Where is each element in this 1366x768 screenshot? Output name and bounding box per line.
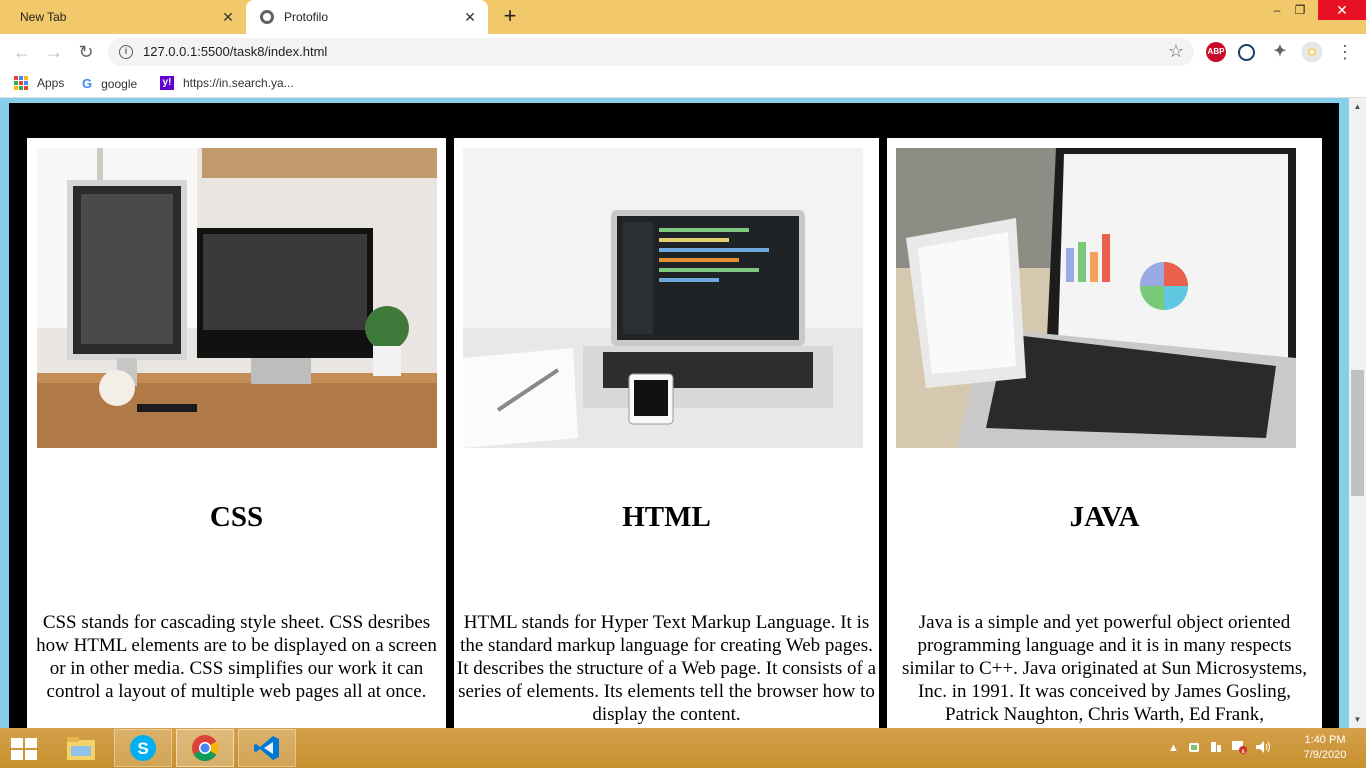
clock-time: 1:40 PM bbox=[1304, 734, 1346, 746]
card-title: CSS bbox=[209, 501, 264, 533]
card-image bbox=[896, 148, 1296, 448]
page-viewport: CSS CSS stands for cascading style sheet… bbox=[0, 98, 1366, 728]
maximize-button[interactable]: ❐ bbox=[1283, 0, 1317, 20]
system-tray: ▲ x bbox=[1168, 738, 1271, 758]
card-title: HTML bbox=[622, 501, 711, 533]
card-description: HTML stands for Hyper Text Markup Langua… bbox=[456, 612, 877, 725]
card-image bbox=[463, 148, 863, 448]
bookmark-label: Apps bbox=[37, 76, 65, 90]
bookmark-star-icon[interactable]: ☆ bbox=[1168, 41, 1184, 62]
close-icon[interactable]: ✕ bbox=[462, 9, 478, 25]
tab-title: New Tab bbox=[20, 10, 67, 24]
address-bar[interactable]: i 127.0.0.1:5500/task8/index.html ☆ bbox=[108, 38, 1194, 66]
taskbar-clock[interactable]: 1:40 PM 7/9/2020 bbox=[1294, 733, 1356, 763]
bookmark-label: https://in.search.ya... bbox=[183, 76, 294, 90]
scroll-down-arrow-icon[interactable]: ▼ bbox=[1349, 711, 1366, 728]
scrollbar-thumb[interactable] bbox=[1351, 370, 1364, 496]
chrome-icon[interactable] bbox=[176, 729, 234, 767]
globe-icon bbox=[260, 10, 274, 24]
bookmark-apps[interactable]: Apps bbox=[14, 76, 64, 90]
bookmark-label: google bbox=[101, 76, 138, 91]
vscode-icon[interactable] bbox=[238, 729, 296, 767]
windows-taskbar: S ▲ x 1:40 PM 7/9/2020 bbox=[0, 728, 1366, 768]
apps-grid-icon bbox=[14, 76, 28, 90]
search-extension-icon[interactable] bbox=[1238, 44, 1255, 61]
start-button[interactable] bbox=[10, 736, 38, 760]
show-hidden-icons-icon[interactable]: ▲ bbox=[1168, 742, 1179, 754]
file-explorer-icon[interactable] bbox=[52, 729, 110, 767]
url-text[interactable]: 127.0.0.1:5500/task8/index.html bbox=[143, 44, 327, 59]
card-java: JAVA Java is a simple and yet powerful o… bbox=[887, 138, 1322, 728]
bookmarks-bar: Apps G google y! https://in.search.ya... bbox=[0, 70, 1366, 98]
tab-protofilo[interactable]: Protofilo ✕ bbox=[246, 0, 488, 34]
card-image bbox=[37, 148, 437, 448]
adblock-plus-icon[interactable]: ABP bbox=[1206, 42, 1226, 62]
new-tab-button[interactable]: + bbox=[498, 5, 522, 29]
more-menu-icon[interactable]: ⋮ bbox=[1336, 40, 1354, 64]
tab-title: Protofilo bbox=[284, 10, 329, 24]
svg-text:S: S bbox=[137, 739, 148, 758]
reload-icon[interactable]: ↻ bbox=[74, 40, 98, 64]
bookmark-google[interactable]: G google bbox=[82, 76, 137, 91]
clock-date: 7/9/2020 bbox=[1303, 749, 1347, 761]
window-close-button[interactable]: ✕ bbox=[1318, 0, 1366, 20]
windows-logo-icon bbox=[11, 738, 23, 748]
yahoo-icon: y! bbox=[160, 76, 174, 90]
google-icon: G bbox=[82, 76, 93, 91]
tab-new-tab[interactable]: New Tab ✕ bbox=[8, 0, 246, 34]
close-icon[interactable]: ✕ bbox=[220, 9, 236, 25]
power-icon[interactable] bbox=[1209, 740, 1223, 757]
flag-icon[interactable]: x bbox=[1231, 740, 1247, 757]
card-css: CSS CSS stands for cascading style sheet… bbox=[27, 138, 446, 728]
scroll-up-arrow-icon[interactable]: ▲ bbox=[1349, 98, 1366, 115]
network-status-icon[interactable] bbox=[1187, 740, 1201, 757]
vertical-scrollbar[interactable]: ▲ ▼ bbox=[1349, 98, 1366, 728]
volume-icon[interactable] bbox=[1255, 740, 1271, 757]
forward-arrow-icon[interactable]: → bbox=[42, 40, 66, 64]
tab-strip: New Tab ✕ Protofilo ✕ + – ❐ ✕ bbox=[0, 0, 1366, 34]
card-description: CSS stands for cascading style sheet. CS… bbox=[36, 612, 437, 702]
card-title: JAVA bbox=[1069, 501, 1140, 533]
extensions-puzzle-icon[interactable]: ✦ bbox=[1270, 42, 1290, 62]
skype-icon[interactable]: S bbox=[114, 729, 172, 767]
bookmark-yahoo[interactable]: y! https://in.search.ya... bbox=[160, 76, 294, 90]
info-icon[interactable]: i bbox=[119, 45, 133, 59]
browser-toolbar: ← → ↻ i 127.0.0.1:5500/task8/index.html … bbox=[0, 34, 1366, 70]
back-arrow-icon[interactable]: ← bbox=[10, 40, 34, 64]
card-description: Java is a simple and yet powerful object… bbox=[901, 612, 1308, 725]
profile-avatar[interactable] bbox=[1302, 42, 1322, 62]
card-html: HTML HTML stands for Hyper Text Markup L… bbox=[454, 138, 879, 728]
